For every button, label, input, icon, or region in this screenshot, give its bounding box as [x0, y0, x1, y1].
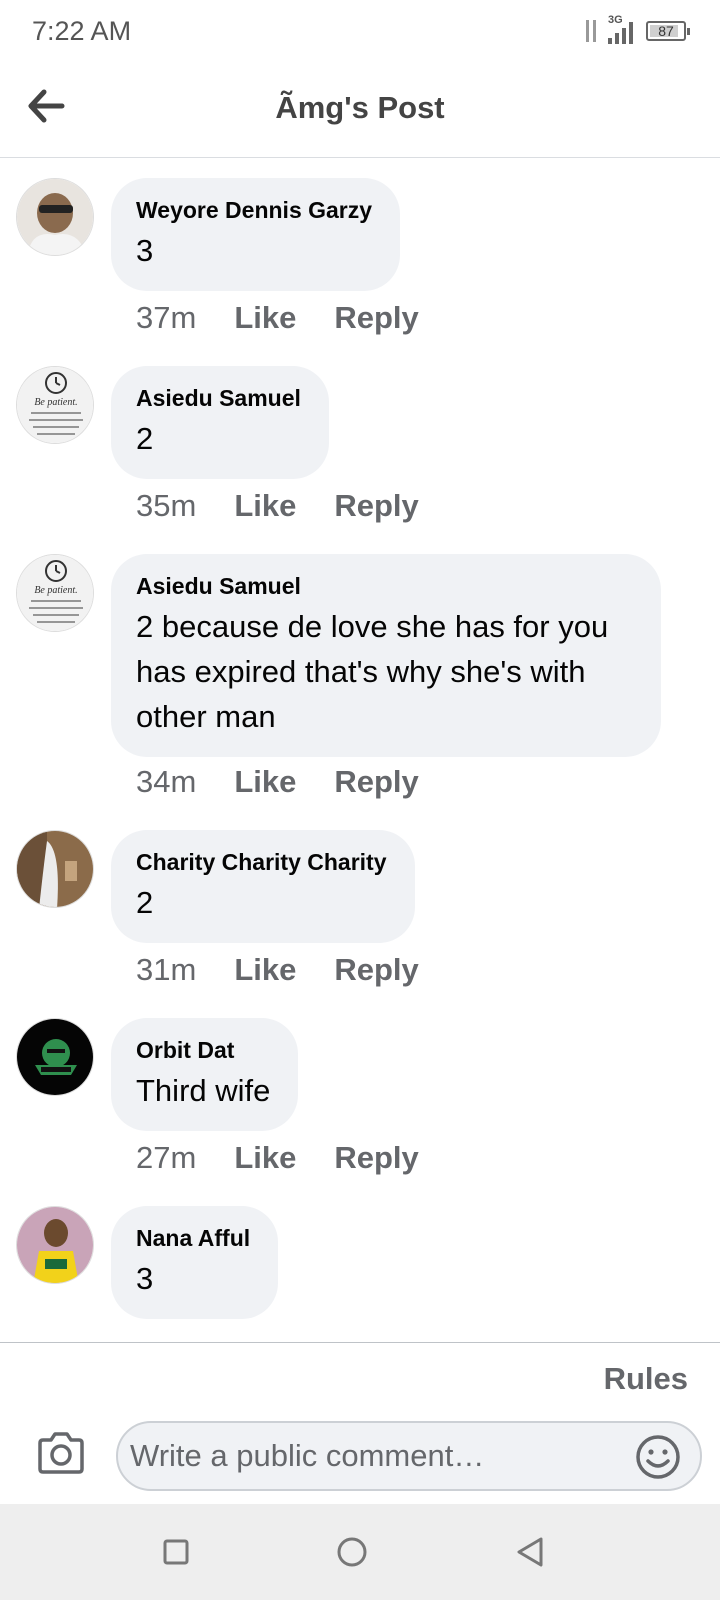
- like-button[interactable]: Like: [234, 1140, 296, 1176]
- comment-actions: 31m Like Reply: [136, 952, 419, 988]
- reply-button[interactable]: Reply: [334, 300, 418, 336]
- avatar[interactable]: [16, 830, 94, 908]
- recents-button[interactable]: [156, 1532, 196, 1572]
- reply-button[interactable]: Reply: [334, 764, 418, 800]
- comment-time: 34m: [136, 764, 197, 799]
- signal-icon: 3G: [608, 14, 638, 44]
- comment-input[interactable]: [130, 1423, 610, 1489]
- comment-author[interactable]: Orbit Dat: [136, 1036, 270, 1064]
- comment-bubble[interactable]: Orbit Dat Third wife: [111, 1018, 299, 1131]
- comment-composer: Rules: [0, 1342, 720, 1504]
- comment-actions: 27m Like Reply: [136, 1140, 419, 1176]
- comment-author[interactable]: Asiedu Samuel: [136, 572, 633, 600]
- comment-text: 2: [136, 421, 154, 456]
- comment-bubble[interactable]: Asiedu Samuel 2: [111, 366, 329, 479]
- battery-percent: 87: [658, 23, 674, 39]
- comment-author[interactable]: Charity Charity Charity: [136, 848, 387, 876]
- comment-actions: 37m Like Reply: [136, 300, 419, 336]
- camera-button[interactable]: [36, 1431, 86, 1475]
- comment-bubble[interactable]: Charity Charity Charity 2: [111, 830, 415, 943]
- avatar[interactable]: [16, 178, 94, 256]
- comment-actions: 35m Like Reply: [136, 488, 419, 524]
- network-type: 3G: [608, 14, 623, 26]
- page-title: Ãmg's Post: [275, 90, 445, 125]
- comment-input-box[interactable]: [116, 1421, 702, 1491]
- post-header: Ãmg's Post: [0, 66, 720, 158]
- comment-time: 27m: [136, 1140, 197, 1175]
- comment-author[interactable]: Weyore Dennis Garzy: [136, 196, 372, 224]
- comment-bubble[interactable]: Asiedu Samuel 2 because de love she has …: [111, 554, 661, 757]
- avatar[interactable]: [16, 1018, 94, 1096]
- like-button[interactable]: Like: [234, 764, 296, 800]
- like-button[interactable]: Like: [234, 300, 296, 336]
- status-icons: 3G 87: [582, 14, 690, 44]
- status-time: 7:22 AM: [32, 16, 132, 46]
- comment-time: 31m: [136, 952, 197, 987]
- comment-bubble[interactable]: Nana Afful 3: [111, 1206, 279, 1319]
- status-bar: 7:22 AM 3G 87: [0, 0, 720, 66]
- comment-text: 2 because de love she has for you has ex…: [136, 609, 609, 734]
- avatar[interactable]: [16, 1206, 94, 1284]
- comment-text: 3: [136, 1261, 154, 1296]
- reply-button[interactable]: Reply: [334, 1140, 418, 1176]
- battery-icon: 87: [646, 21, 690, 41]
- like-button[interactable]: Like: [234, 488, 296, 524]
- comment-author[interactable]: Asiedu Samuel: [136, 384, 301, 412]
- comment-actions: 34m Like Reply: [136, 764, 419, 800]
- svg-text:Be patient.: Be patient.: [34, 585, 77, 596]
- avatar[interactable]: Be patient.: [16, 366, 94, 444]
- like-button[interactable]: Like: [234, 952, 296, 988]
- emoji-button[interactable]: [634, 1433, 682, 1481]
- camera-icon: [38, 1432, 84, 1474]
- comment-bubble[interactable]: Weyore Dennis Garzy 3: [111, 178, 401, 291]
- comment-list: Weyore Dennis Garzy 3 37m Like Reply Be …: [0, 158, 720, 1342]
- circle-icon: [337, 1537, 367, 1567]
- reply-button[interactable]: Reply: [334, 488, 418, 524]
- rules-link[interactable]: Rules: [604, 1361, 688, 1397]
- data-arrows-icon: [582, 18, 600, 44]
- comment-author[interactable]: Nana Afful: [136, 1224, 250, 1252]
- comment-text: Third wife: [136, 1073, 271, 1108]
- reply-button[interactable]: Reply: [334, 952, 418, 988]
- comment-text: 2: [136, 885, 154, 920]
- smiley-icon: [636, 1435, 680, 1479]
- comment-text: 3: [136, 233, 154, 268]
- comment-time: 35m: [136, 488, 197, 523]
- system-nav-bar: [0, 1504, 720, 1600]
- home-button[interactable]: [332, 1532, 372, 1572]
- nav-back-button[interactable]: [510, 1532, 550, 1572]
- triangle-back-icon: [517, 1537, 543, 1567]
- svg-text:Be patient.: Be patient.: [34, 397, 77, 408]
- square-icon: [163, 1539, 189, 1565]
- avatar[interactable]: Be patient.: [16, 554, 94, 632]
- comment-time: 37m: [136, 300, 197, 335]
